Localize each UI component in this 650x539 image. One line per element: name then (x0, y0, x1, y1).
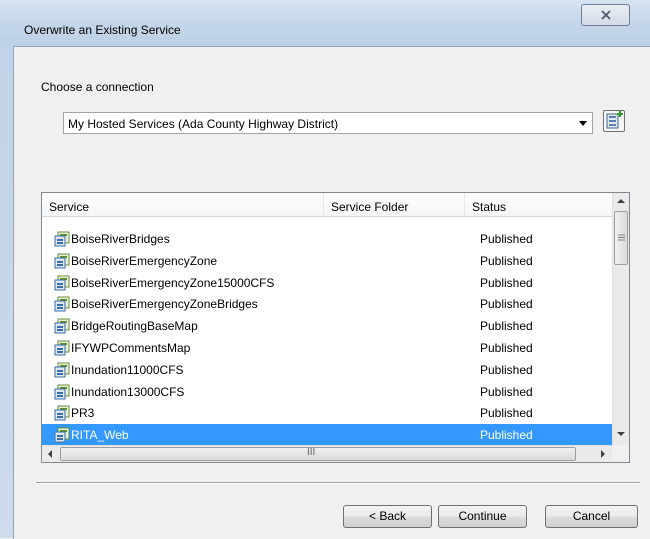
grip-icon (618, 234, 625, 241)
map-service-icon (54, 405, 70, 421)
add-server-icon (606, 111, 623, 129)
map-service-icon (54, 296, 70, 312)
service-status: Published (480, 384, 533, 399)
scroll-down-icon[interactable] (617, 431, 625, 437)
table-row[interactable]: BoiseRiverEmergencyZoneBridges Published (42, 293, 612, 315)
service-name: BoiseRiverEmergencyZone15000CFS (71, 275, 275, 290)
add-connection-button[interactable] (603, 110, 625, 132)
map-service-icon (54, 362, 70, 378)
service-status: Published (480, 406, 533, 421)
window-title: Overwrite an Existing Service (24, 23, 181, 37)
map-service-icon (54, 275, 70, 291)
scrollbar-corner (612, 445, 629, 462)
column-header-service[interactable]: Service (42, 193, 324, 216)
map-service-icon (54, 318, 70, 334)
service-status: Published (480, 253, 533, 268)
service-name: BoiseRiverEmergencyZoneBridges (71, 297, 258, 312)
window-frame (0, 46, 13, 538)
service-name: BoiseRiverEmergencyZone (71, 253, 218, 268)
close-x-icon (600, 10, 611, 20)
horizontal-scrollbar[interactable]: III (42, 445, 612, 462)
service-status: Published (480, 319, 533, 334)
grip-glyph: III (307, 447, 316, 458)
map-service-icon (54, 427, 70, 443)
table-row[interactable]: IFYWPCommentsMap Published (42, 337, 612, 359)
service-status: Published (480, 341, 533, 355)
table-row[interactable]: BoiseRiverEmergencyZone Published (42, 250, 612, 272)
table-row[interactable]: BoiseRiverEmergencyZone15000CFS Published (42, 272, 612, 294)
back-button[interactable]: < Back (343, 505, 432, 528)
scroll-up-icon[interactable] (617, 198, 625, 204)
service-status: Published (480, 362, 533, 377)
service-name: IFYWPCommentsMap (71, 341, 191, 355)
service-name: BoiseRiverBridges (71, 232, 170, 246)
service-status: Published (480, 232, 533, 246)
column-header-status[interactable]: Status (465, 193, 612, 216)
service-name: Inundation13000CFS (71, 384, 185, 399)
service-name: RITA_Web (71, 428, 129, 443)
service-status: Published (480, 275, 533, 290)
table-row[interactable]: Inundation13000CFS Published (42, 381, 612, 403)
connection-label: Choose a connection (41, 80, 154, 94)
vertical-scroll-thumb[interactable] (614, 211, 628, 265)
service-name: Inundation11000CFS (71, 362, 184, 377)
chevron-down-icon[interactable] (576, 115, 590, 131)
column-header-folder[interactable]: Service Folder (324, 193, 465, 216)
map-service-icon (54, 384, 70, 400)
table-row[interactable]: Inundation11000CFS Published (42, 359, 612, 381)
service-name: BridgeRoutingBaseMap (71, 319, 198, 334)
connection-dropdown[interactable]: My Hosted Services (Ada County Highway D… (63, 112, 593, 134)
close-button[interactable] (581, 4, 630, 26)
scroll-right-icon[interactable] (600, 450, 606, 458)
table-row[interactable]: BoiseRiverBridges Published (42, 228, 612, 250)
map-service-icon (54, 340, 70, 356)
scroll-left-icon[interactable] (47, 450, 53, 458)
service-status: Published (480, 428, 533, 443)
list-header: Service Service Folder Status (42, 193, 612, 217)
table-row[interactable]: PR3 Published (42, 402, 612, 424)
table-row[interactable]: RITA_Web Published (42, 424, 612, 447)
vertical-scrollbar[interactable] (612, 193, 629, 445)
connection-selected-value: My Hosted Services (Ada County Highway D… (68, 117, 339, 131)
table-row[interactable]: BridgeRoutingBaseMap Published (42, 315, 612, 337)
service-status: Published (480, 297, 533, 312)
service-name: PR3 (71, 406, 95, 421)
map-service-icon (54, 253, 70, 269)
divider (36, 482, 640, 484)
continue-button[interactable]: Continue (438, 505, 527, 528)
map-service-icon (54, 231, 70, 247)
services-list[interactable]: Service Service Folder Status BoiseRiver… (41, 192, 630, 463)
horizontal-scroll-thumb[interactable]: III (60, 447, 576, 461)
cancel-button[interactable]: Cancel (545, 505, 638, 528)
